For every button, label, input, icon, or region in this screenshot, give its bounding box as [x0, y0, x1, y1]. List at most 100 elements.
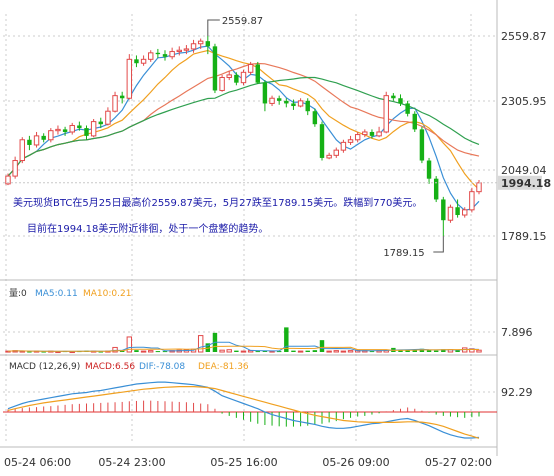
candle-body-up — [340, 141, 347, 151]
candle-body-down — [234, 74, 239, 83]
volume-bar-up — [347, 350, 354, 353]
candle-body-down — [212, 46, 218, 91]
candle-body-up — [126, 58, 133, 99]
volume-bar-up — [333, 350, 339, 353]
candle-body-up — [176, 49, 182, 53]
candle-body-down — [405, 103, 410, 114]
candle-body-up — [462, 209, 468, 216]
macd-legend-macd: MACD:6.56 — [85, 362, 135, 372]
volume-legend-ma5: MA5:0.11 — [35, 289, 78, 299]
volume-legend-label: 量:0 — [9, 288, 27, 299]
time-tick-label: 05-24 23:00 — [98, 456, 165, 469]
volume-bar-down — [27, 351, 32, 353]
volume-bar-down — [369, 351, 375, 353]
candle-body-up — [33, 135, 40, 146]
price-tick-label: 2559.87 — [501, 30, 547, 43]
time-tick-label: 05-26 09:00 — [322, 456, 389, 469]
candle-body-up — [140, 58, 147, 64]
candle-body-up — [247, 64, 254, 73]
macd-legend-label: MACD (12,26,9) — [9, 362, 80, 372]
trough-label: 1789.15 — [383, 248, 424, 259]
volume-bar-up — [140, 350, 147, 353]
volume-bar-down — [155, 351, 161, 353]
candle-body-down — [441, 199, 446, 221]
volume-bar-up — [197, 335, 204, 353]
candle-body-up — [12, 160, 18, 177]
volume-legend: 量:0 MA5:0.11 MA10:0.21 — [9, 288, 131, 299]
candle-body-up — [269, 97, 275, 104]
candle-body-down — [398, 98, 403, 104]
volume-bar-down — [291, 350, 296, 352]
candle-body-up — [333, 149, 339, 156]
volume-bar-down — [426, 350, 432, 352]
candle-body-down — [62, 129, 68, 132]
time-tick-label: 05-27 02:00 — [425, 456, 492, 469]
candle-body-down — [419, 129, 425, 161]
candle-body-up — [48, 130, 54, 141]
volume-bar-down — [312, 350, 318, 352]
candle-body-down — [84, 128, 89, 136]
volume-legend-ma10: MA10:0.21 — [83, 289, 131, 299]
candle-body-down — [27, 139, 32, 145]
candle-body-down — [305, 100, 310, 112]
volume-bar-up — [148, 350, 154, 353]
volume-bar-down — [319, 340, 325, 352]
chart-canvas: 2559.87 2305.95 2049.04 1789.15 1994.18 … — [0, 0, 551, 469]
candle-body-up — [362, 131, 368, 136]
candle-body-down — [119, 95, 125, 99]
candle-body-down — [433, 178, 439, 200]
price-tick-label: 1789.15 — [501, 230, 547, 243]
current-price-label: 1994.18 — [501, 177, 551, 190]
candle-body-up — [190, 43, 197, 50]
candle-body-up — [197, 40, 204, 45]
time-tick-label: 05-25 16:00 — [210, 456, 277, 469]
volume-bar-up — [476, 349, 482, 353]
candle-body-up — [219, 76, 225, 91]
candle-body-up — [240, 71, 247, 84]
candle-body-down — [455, 207, 460, 216]
peak-callout: 2559.87 — [207, 16, 263, 36]
macd-legend-dea: DEA:-81.36 — [198, 362, 249, 372]
price-axis: 2559.87 2305.95 2049.04 1789.15 — [501, 30, 547, 243]
volume-tick-label: 7.896 — [501, 326, 533, 339]
candle-body-down — [319, 124, 325, 158]
candle-body-down — [162, 54, 168, 57]
volume-bar-down — [255, 351, 260, 353]
volume-bar-up — [240, 350, 247, 353]
annotation-line-1: 美元现货BTC在5月25日最高价2559.87美元，5月27跌至1789.15美… — [13, 196, 422, 209]
volume-bar-up — [226, 349, 232, 353]
candle-body-up — [226, 74, 232, 78]
price-tick-label: 2049.04 — [501, 164, 547, 177]
volume-bar-down — [433, 350, 439, 352]
candle-body-up — [55, 128, 61, 132]
volume-bar-up — [297, 350, 304, 353]
candle-body-up — [354, 134, 361, 141]
candle-body-up — [469, 191, 475, 211]
current-price-tag: 1994.18 — [3, 175, 551, 190]
trough-callout: 1789.15 — [383, 236, 444, 259]
candle-body-down — [369, 131, 375, 136]
volume-bar-up — [326, 350, 332, 353]
candle-body-up — [105, 110, 111, 125]
macd-legend: MACD (12,26,9) MACD:6.56 DIF:-78.08 DEA:… — [9, 362, 249, 372]
candle-body-down — [262, 82, 268, 104]
macd-legend-dif: DIF:-78.08 — [139, 362, 185, 372]
peak-callout-line — [207, 19, 220, 36]
candle-body-up — [347, 139, 354, 143]
candle-body-down — [291, 103, 296, 107]
candle-body-up — [297, 100, 304, 107]
candle-body-up — [376, 131, 382, 137]
price-tick-label: 2305.95 — [501, 95, 547, 108]
btc-kline-chart: 2559.87 2305.95 2049.04 1789.15 1994.18 … — [0, 0, 554, 472]
candle-body-down — [391, 95, 396, 99]
candle-body-down — [134, 59, 139, 64]
candle-body-down — [98, 121, 103, 125]
volume-bar-down — [305, 350, 310, 352]
candle-body-down — [426, 160, 432, 179]
volume-bar-up — [340, 350, 347, 353]
candle-body-down — [41, 135, 46, 140]
candle-body-up — [447, 206, 454, 221]
candle-body-up — [69, 124, 75, 133]
candle-body-up — [183, 48, 190, 51]
candle-body-up — [148, 52, 154, 60]
